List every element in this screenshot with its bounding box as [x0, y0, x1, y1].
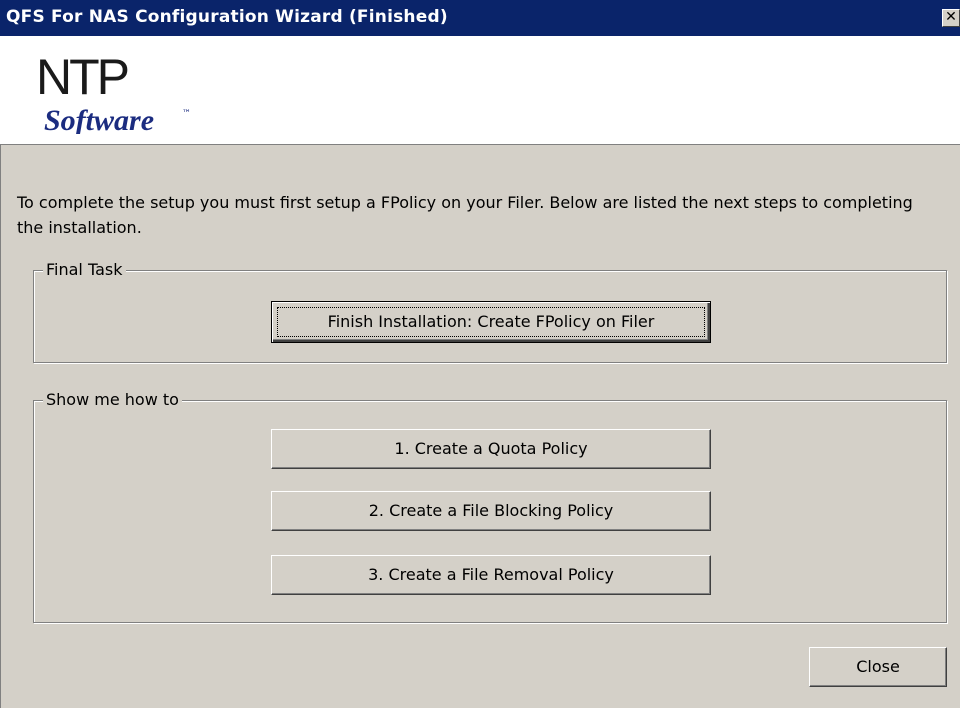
window-left-edge [0, 144, 1, 708]
title-bar: QFS For NAS Configuration Wizard (Finish… [0, 0, 960, 36]
close-window-icon[interactable]: ✕ [942, 9, 960, 27]
show-me-how-group: Show me how to 1. Create a Quota Policy … [33, 390, 947, 623]
header-banner: NTP Software ™ [0, 36, 960, 145]
final-task-group: Final Task Finish Installation: Create F… [33, 260, 947, 363]
create-quota-policy-button[interactable]: 1. Create a Quota Policy [271, 429, 711, 469]
logo-line1: NTP [36, 49, 128, 105]
create-file-removal-policy-button[interactable]: 3. Create a File Removal Policy [271, 555, 711, 595]
create-quota-policy-label: 1. Create a Quota Policy [394, 439, 588, 458]
create-file-blocking-policy-label: 2. Create a File Blocking Policy [368, 501, 614, 520]
close-button[interactable]: Close [809, 647, 947, 687]
window-title: QFS For NAS Configuration Wizard (Finish… [6, 7, 448, 27]
create-file-blocking-policy-button[interactable]: 2. Create a File Blocking Policy [271, 491, 711, 531]
close-button-label: Close [856, 657, 900, 676]
show-me-how-legend: Show me how to [43, 390, 182, 410]
finish-installation-button[interactable]: Finish Installation: Create FPolicy on F… [271, 301, 711, 343]
finish-installation-label: Finish Installation: Create FPolicy on F… [327, 312, 655, 331]
create-file-removal-policy-label: 3. Create a File Removal Policy [368, 565, 614, 584]
intro-text: To complete the setup you must first set… [17, 193, 913, 237]
logo-line2: Software [44, 104, 154, 134]
ntp-software-logo: NTP Software ™ [36, 49, 191, 134]
logo-trademark: ™ [182, 109, 191, 119]
final-task-legend: Final Task [43, 260, 126, 280]
